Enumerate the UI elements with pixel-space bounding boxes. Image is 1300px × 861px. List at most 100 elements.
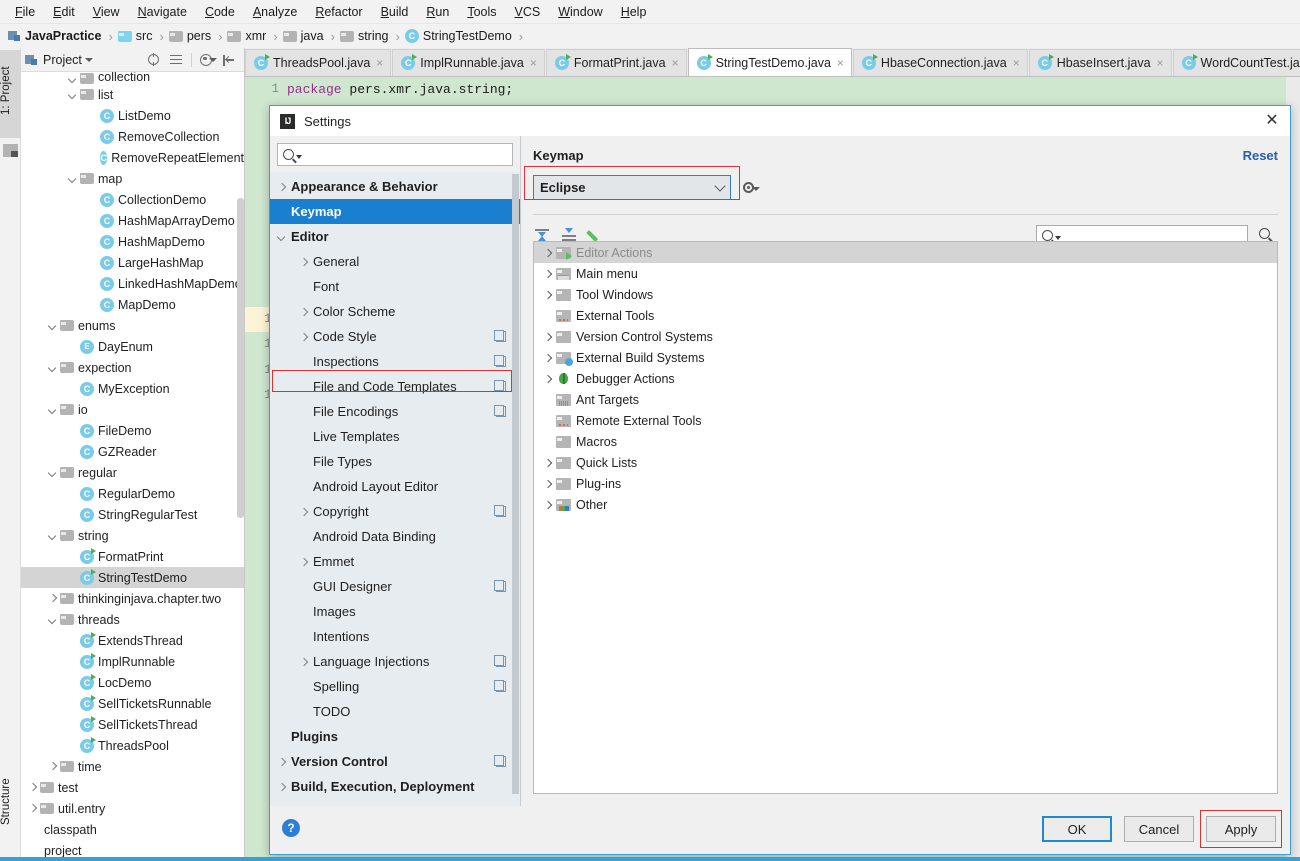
- keymap-select[interactable]: Eclipse: [533, 175, 731, 200]
- project-tree-row[interactable]: util.entry: [21, 798, 244, 819]
- editor-tab[interactable]: C HbaseConnection.java ×: [852, 49, 1028, 76]
- chevron-down-icon[interactable]: [47, 614, 58, 625]
- editor-tab[interactable]: C ThreadsPool.java ×: [245, 49, 392, 76]
- settings-tree-item-copyright[interactable]: Copyright: [270, 499, 520, 524]
- editor-tab[interactable]: C HbaseInsert.java ×: [1028, 49, 1172, 76]
- project-tree-row[interactable]: C RegularDemo: [21, 483, 244, 504]
- chevron-right-icon[interactable]: [297, 330, 311, 344]
- settings-tree-item-font[interactable]: Font: [270, 274, 520, 299]
- settings-search-box[interactable]: [277, 143, 513, 166]
- settings-tree-item-file-types[interactable]: File Types: [270, 449, 520, 474]
- chevron-right-icon[interactable]: [275, 180, 289, 194]
- keymap-action-group[interactable]: Version Control Systems: [534, 326, 1277, 347]
- menu-item-edit[interactable]: Edit: [44, 2, 84, 22]
- project-tree-row[interactable]: C SellTicketsThread: [21, 714, 244, 735]
- project-tree-row[interactable]: C ListDemo: [21, 105, 244, 126]
- settings-gear-icon[interactable]: [199, 52, 217, 68]
- chevron-down-icon[interactable]: [67, 89, 78, 100]
- keymap-action-group[interactable]: Quick Lists: [534, 452, 1277, 473]
- project-tree-row[interactable]: C GZReader: [21, 441, 244, 462]
- project-tree-row[interactable]: io: [21, 399, 244, 420]
- chevron-right-icon[interactable]: [297, 555, 311, 569]
- editor-tab[interactable]: CWordCountTest.ja×: [1172, 49, 1300, 76]
- close-icon[interactable]: ×: [376, 56, 383, 70]
- menu-item-build[interactable]: Build: [372, 2, 418, 22]
- breadcrumb-item-xmr[interactable]: xmr: [227, 29, 266, 43]
- project-tree-row[interactable]: test: [21, 777, 244, 798]
- settings-tree-item-spelling[interactable]: Spelling: [270, 674, 520, 699]
- settings-tree[interactable]: Appearance & Behavior Keymap Editor General…: [270, 172, 520, 806]
- project-tree-row[interactable]: C ExtendsThread: [21, 630, 244, 651]
- chevron-right-icon[interactable]: [275, 755, 289, 769]
- close-icon[interactable]: ×: [837, 56, 844, 70]
- chevron-right-icon[interactable]: [275, 780, 289, 794]
- project-tree-row[interactable]: C ThreadsPool: [21, 735, 244, 756]
- chevron-down-icon[interactable]: [47, 467, 58, 478]
- keymap-action-group[interactable]: Editor Actions: [534, 242, 1277, 263]
- settings-tree-item-inspections[interactable]: Inspections: [270, 349, 520, 374]
- chevron-down-icon[interactable]: [47, 362, 58, 373]
- project-tree-row[interactable]: E DayEnum: [21, 336, 244, 357]
- project-tree-row[interactable]: thinkinginjava.chapter.two: [21, 588, 244, 609]
- keymap-action-group[interactable]: Debugger Actions: [534, 368, 1277, 389]
- chevron-right-icon[interactable]: [540, 246, 556, 260]
- project-tree-row[interactable]: C HashMapDemo: [21, 231, 244, 252]
- keymap-action-group[interactable]: Other: [534, 494, 1277, 515]
- settings-tree-item-plugins[interactable]: Plugins: [270, 724, 520, 749]
- settings-tree-item-color-scheme[interactable]: Color Scheme: [270, 299, 520, 324]
- project-tree-row[interactable]: C MapDemo: [21, 294, 244, 315]
- settings-tree-item-gui-designer[interactable]: GUI Designer: [270, 574, 520, 599]
- cancel-button[interactable]: Cancel: [1124, 816, 1194, 842]
- chevron-right-icon[interactable]: [27, 803, 38, 814]
- project-tree-row[interactable]: C SellTicketsRunnable: [21, 693, 244, 714]
- menu-item-code[interactable]: Code: [196, 2, 244, 22]
- keymap-action-group[interactable]: External Build Systems: [534, 347, 1277, 368]
- menu-item-help[interactable]: Help: [612, 2, 656, 22]
- project-tree-row[interactable]: C RemoveRepeatElement: [21, 147, 244, 168]
- settings-tree-item-language-injections[interactable]: Language Injections: [270, 649, 520, 674]
- breadcrumb-item-javapractice[interactable]: JavaPractice: [8, 29, 101, 43]
- settings-tree-item-images[interactable]: Images: [270, 599, 520, 624]
- project-tree-row[interactable]: C StringRegularTest: [21, 504, 244, 525]
- project-tree-row[interactable]: collection: [21, 72, 244, 84]
- favorites-icon[interactable]: [3, 144, 18, 157]
- editor-tab[interactable]: C StringTestDemo.java ×: [687, 48, 852, 76]
- ok-button[interactable]: OK: [1042, 816, 1112, 842]
- keymap-gear-icon[interactable]: [743, 181, 760, 195]
- menu-item-navigate[interactable]: Navigate: [129, 2, 196, 22]
- apply-button[interactable]: Apply: [1206, 816, 1276, 842]
- menu-item-refactor[interactable]: Refactor: [306, 2, 371, 22]
- chevron-down-icon[interactable]: [67, 173, 78, 184]
- project-tree-row[interactable]: C FormatPrint: [21, 546, 244, 567]
- project-tree-row[interactable]: map: [21, 168, 244, 189]
- close-icon[interactable]: ×: [672, 56, 679, 70]
- menu-item-file[interactable]: File: [6, 2, 44, 22]
- settings-tree-item-languages-frameworks[interactable]: Languages & Frameworks: [270, 799, 520, 806]
- settings-tree-item-build-execution-deployment[interactable]: Build, Execution, Deployment: [270, 774, 520, 799]
- tool-window-structure-tab[interactable]: Structure: [0, 761, 21, 843]
- menu-item-view[interactable]: View: [84, 2, 129, 22]
- chevron-right-icon[interactable]: [540, 330, 556, 344]
- chevron-right-icon[interactable]: [540, 456, 556, 470]
- chevron-right-icon[interactable]: [540, 477, 556, 491]
- editor-tab[interactable]: C ImplRunnable.java ×: [392, 49, 545, 76]
- keymap-action-group[interactable]: Plug-ins: [534, 473, 1277, 494]
- keymap-action-group[interactable]: Ant Targets: [534, 389, 1277, 410]
- menu-item-analyze[interactable]: Analyze: [244, 2, 306, 22]
- project-tree-row[interactable]: C MyException: [21, 378, 244, 399]
- project-tree-row[interactable]: C LargeHashMap: [21, 252, 244, 273]
- keymap-action-group[interactable]: Remote External Tools: [534, 410, 1277, 431]
- keymap-actions-tree[interactable]: Editor Actions Main menu Tool Windows Exter…: [533, 241, 1278, 794]
- project-tree-row[interactable]: C RemoveCollection: [21, 126, 244, 147]
- close-icon[interactable]: ×: [1013, 56, 1020, 70]
- keymap-action-group[interactable]: Macros: [534, 431, 1277, 452]
- project-tree[interactable]: collection list C ListDemo C RemoveCollection…: [21, 72, 244, 861]
- project-tree-row[interactable]: C LocDemo: [21, 672, 244, 693]
- chevron-right-icon[interactable]: [540, 267, 556, 281]
- settings-tree-item-todo[interactable]: TODO: [270, 699, 520, 724]
- chevron-right-icon[interactable]: [47, 593, 58, 604]
- project-tree-row[interactable]: regular: [21, 462, 244, 483]
- settings-tree-item-emmet[interactable]: Emmet: [270, 549, 520, 574]
- breadcrumb-item-pers[interactable]: pers: [168, 29, 211, 43]
- help-icon[interactable]: ?: [282, 819, 300, 837]
